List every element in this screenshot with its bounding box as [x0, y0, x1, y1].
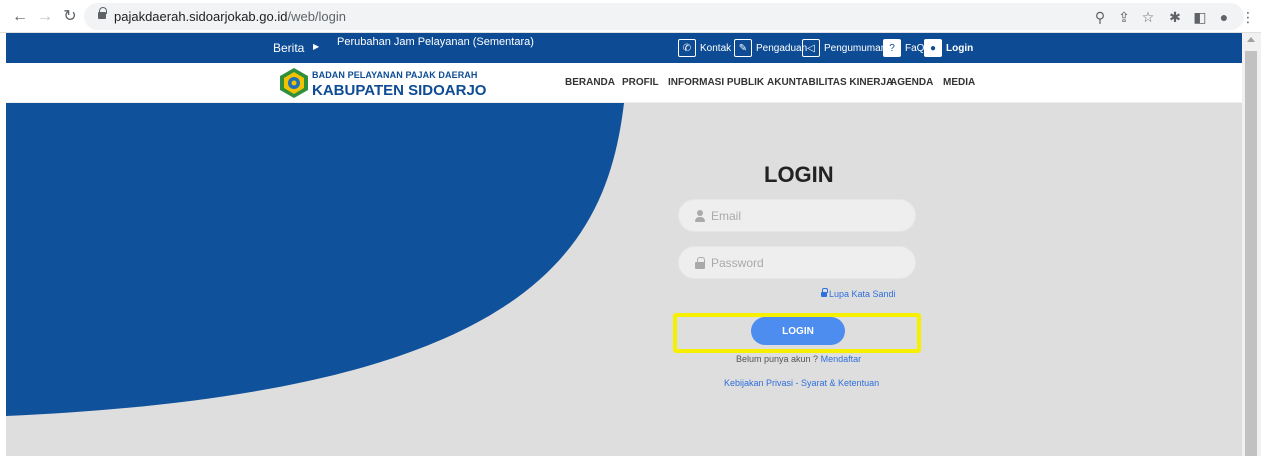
login-button[interactable]: LOGIN	[751, 317, 845, 345]
scroll-up-icon[interactable]	[1247, 37, 1255, 42]
pencil-icon: ✎	[734, 39, 752, 57]
login-section: LOGIN Lupa Kata Sandi LOGIN Belum punya …	[6, 103, 1242, 456]
login-title: LOGIN	[764, 162, 834, 187]
decorative-blue-shape	[6, 103, 624, 416]
pengumuman-link[interactable]: ◁ Pengumuman	[802, 39, 886, 57]
lock-icon	[98, 7, 107, 21]
reload-icon[interactable]: ↻	[60, 7, 80, 27]
signup-line: Belum punya akun ? Mendaftar	[736, 354, 862, 364]
news-label: Berita	[273, 41, 305, 55]
profile-icon[interactable]: ●	[1214, 7, 1234, 27]
menu-informasi-publik[interactable]: INFORMASI PUBLIK	[668, 77, 764, 88]
login-top-link[interactable]: ● Login	[924, 39, 973, 57]
menu-media[interactable]: MEDIA	[943, 77, 975, 88]
lock-icon	[695, 257, 705, 269]
sidoarjo-emblem-icon[interactable]	[278, 67, 310, 99]
lock-icon	[821, 287, 828, 298]
logo-line1[interactable]: BADAN PELAYANAN PAJAK DAERAH	[312, 70, 478, 80]
signup-link[interactable]: Mendaftar	[821, 354, 862, 364]
address-bar[interactable]: pajakdaerah.sidoarjokab.go.id/web/login	[84, 3, 1244, 30]
menu-beranda[interactable]: BERANDA	[565, 77, 615, 88]
scrollbar[interactable]	[1242, 33, 1261, 456]
share-icon[interactable]: ⇪	[1114, 7, 1134, 27]
menu-akuntabilitas-kinerja[interactable]: AKUNTABILITAS KINERJA	[767, 77, 893, 88]
menu-profil[interactable]: PROFIL	[622, 77, 659, 88]
news-headline[interactable]: Perubahan Jam Pelayanan (Sementara)	[337, 36, 534, 48]
zoom-icon[interactable]: ⚲	[1090, 7, 1110, 27]
site-topbar: Berita ▶ Perubahan Jam Pelayanan (Sement…	[6, 33, 1242, 63]
site-header: BADAN PELAYANAN PAJAK DAERAH KABUPATEN S…	[6, 63, 1242, 103]
forward-icon[interactable]: →	[35, 7, 55, 27]
pengaduan-link[interactable]: ✎ Pengaduan	[734, 39, 807, 57]
megaphone-icon: ◁	[802, 39, 820, 57]
question-icon: ?	[883, 39, 901, 57]
faq-link[interactable]: ? FaQ	[883, 39, 924, 57]
phone-icon: ✆	[678, 39, 696, 57]
user-icon	[695, 210, 705, 222]
bookmark-star-icon[interactable]: ☆	[1138, 7, 1158, 27]
menu-kebab-icon[interactable]: ⋮	[1238, 7, 1258, 27]
password-field[interactable]	[678, 246, 916, 279]
browser-toolbar: ← → ↻ pajakdaerah.sidoarjokab.go.id/web/…	[0, 0, 1261, 33]
scroll-thumb[interactable]	[1245, 51, 1257, 456]
forgot-password-link[interactable]: Lupa Kata Sandi	[821, 287, 896, 299]
logo-line2[interactable]: KABUPATEN SIDOARJO	[312, 82, 486, 99]
url-text[interactable]: pajakdaerah.sidoarjokab.go.id/web/login	[114, 9, 346, 24]
password-input[interactable]	[711, 247, 906, 278]
menu-agenda[interactable]: AGENDA	[890, 77, 933, 88]
kontak-link[interactable]: ✆ Kontak	[678, 39, 731, 57]
extensions-icon[interactable]: ✱	[1165, 7, 1185, 27]
news-arrow-icon: ▶	[313, 42, 320, 51]
policy-link[interactable]: Kebijakan Privasi - Syarat & Ketentuan	[724, 378, 879, 388]
side-panel-icon[interactable]: ◧	[1190, 7, 1210, 27]
back-icon[interactable]: ←	[10, 7, 30, 27]
email-input[interactable]	[711, 200, 906, 231]
user-icon: ●	[924, 39, 942, 57]
email-field[interactable]	[678, 199, 916, 232]
